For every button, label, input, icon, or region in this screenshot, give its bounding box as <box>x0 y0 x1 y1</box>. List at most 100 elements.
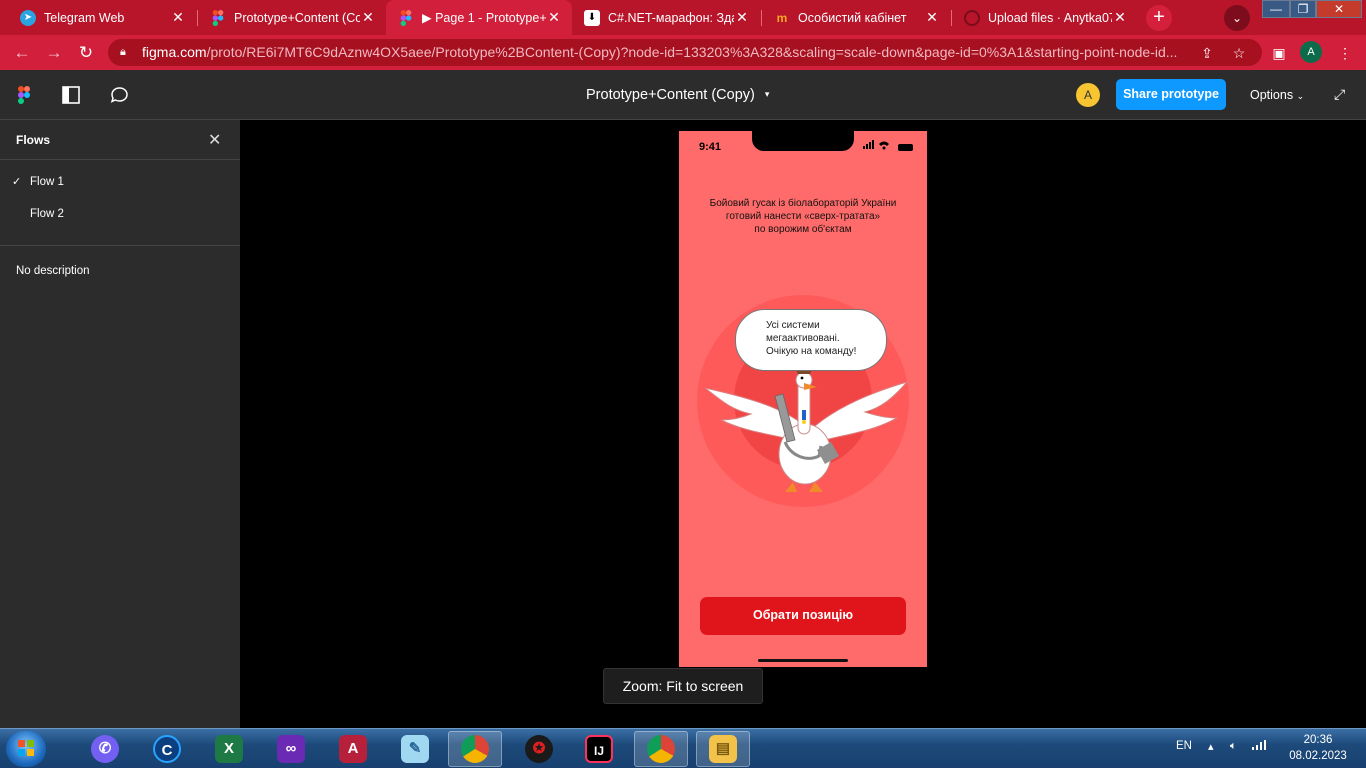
volume-icon[interactable]: 🔈︎ <box>1230 740 1237 753</box>
figma-icon <box>398 9 414 26</box>
close-icon[interactable]: ✕ <box>734 9 750 26</box>
clock-date[interactable]: 08.02.2023 <box>1282 750 1354 762</box>
network-icon[interactable] <box>1252 740 1266 753</box>
bubble-line: мегаактивовані. <box>766 333 840 344</box>
access-icon: A <box>339 735 367 763</box>
profile-avatar[interactable]: A <box>1300 41 1322 63</box>
side-panel-icon[interactable]: ▣ <box>1268 42 1290 64</box>
flows-heading: Flows <box>16 133 51 147</box>
tray-expand-icon[interactable]: ▴ <box>1208 740 1214 753</box>
audio-playing-icon: ▶ <box>422 11 436 25</box>
close-icon[interactable]: ✕ <box>546 9 562 26</box>
share-prototype-button[interactable]: Share prototype <box>1116 79 1226 110</box>
close-icon[interactable]: ✕ <box>1112 9 1128 26</box>
tab-page1-prototype[interactable]: ▶ Page 1 - Prototype+ ✕ <box>386 0 572 35</box>
headline-text: Бойовий гусак із біолабораторій України … <box>689 197 917 236</box>
new-tab-button[interactable]: + <box>1146 5 1172 31</box>
maximize-button[interactable]: ❐ <box>1290 0 1316 18</box>
tab-personal-cabinet[interactable]: m Особистий кабінет ✕ <box>762 0 950 35</box>
close-icon[interactable]: ✕ <box>208 130 221 150</box>
document-title-text: Prototype+Content (Copy) <box>586 87 755 103</box>
choose-position-button[interactable]: Обрати позицію <box>700 597 906 635</box>
notepad-icon: ✎ <box>401 735 429 763</box>
figma-logo-icon[interactable] <box>18 86 30 104</box>
download-icon: ⬇ <box>584 9 600 26</box>
excel-icon: X <box>215 735 243 763</box>
chevron-down-icon: ⌄ <box>1296 91 1305 101</box>
share-page-icon[interactable]: ⇪ <box>1196 42 1218 64</box>
explorer-icon: ▤ <box>709 735 737 763</box>
prototype-frame[interactable]: 9:41 Бойовий гусак із біолабораторій Укр… <box>679 131 927 667</box>
tab-title: C#.NET-марафон: Зда <box>608 10 734 25</box>
url-host: figma.com <box>142 44 207 60</box>
intellij-icon: IJ <box>585 735 613 763</box>
close-icon[interactable]: ✕ <box>360 9 376 26</box>
taskbar-visual-studio[interactable]: ∞ <box>264 731 318 767</box>
taskbar-viber[interactable]: ✆ <box>78 731 132 767</box>
status-time: 9:41 <box>699 141 722 153</box>
menu-dots-icon[interactable]: ⋮ <box>1334 42 1356 64</box>
headline-line: Бойовий гусак із біолабораторій України <box>709 198 897 209</box>
tab-prototype-content[interactable]: Prototype+Content (Co ✕ <box>198 0 386 35</box>
back-icon[interactable]: ← <box>10 41 34 65</box>
bookmark-star-icon[interactable]: ☆ <box>1228 42 1250 64</box>
taskbar-excel[interactable]: X <box>202 731 256 767</box>
windows-taskbar: ✆ C X ∞ A ✎ ✪ IJ ▤ EN ▴ 🔈︎ 20:36 08.02.2… <box>0 728 1366 768</box>
lock-icon: 🔒︎ <box>120 46 126 58</box>
flow-item-1[interactable]: Flow 1 <box>30 176 64 188</box>
phone-notch <box>752 131 854 151</box>
document-title[interactable]: Prototype+Content (Copy) ▾ <box>586 87 769 103</box>
tab-title: Telegram Web <box>44 10 125 25</box>
headline-line: по ворожим об'єктам <box>754 224 852 235</box>
reload-icon[interactable]: ↻ <box>74 41 98 65</box>
start-button[interactable] <box>6 731 46 767</box>
clock-time[interactable]: 20:36 <box>1290 734 1346 746</box>
m-logo-icon: m <box>776 10 788 25</box>
github-icon <box>964 9 980 26</box>
home-indicator <box>758 659 848 662</box>
taskbar-access[interactable]: A <box>326 731 380 767</box>
options-label: Options <box>1250 88 1294 102</box>
taskbar-intellij[interactable]: IJ <box>572 731 626 767</box>
user-avatar[interactable]: A <box>1076 83 1100 107</box>
tab-csharp-marathon[interactable]: ⬇ C#.NET-марафон: Зда ✕ <box>572 0 760 35</box>
browser-tab-strip: ➤ Telegram Web ✕ Prototype+Content (Co ✕… <box>0 0 1366 35</box>
tab-search-button[interactable]: ⌄ <box>1224 5 1250 31</box>
taskbar-chrome[interactable] <box>448 731 502 767</box>
browser-toolbar: ← → ↻ 🔒︎ figma.com/proto/RE6i7MT6C9dAznw… <box>0 35 1366 70</box>
viber-icon: ✆ <box>91 735 119 763</box>
tab-upload-files[interactable]: Upload files · Anytka07/ ✕ <box>952 0 1138 35</box>
close-window-button[interactable]: ✕ <box>1316 0 1362 18</box>
taskbar-game[interactable]: ✪ <box>512 731 566 767</box>
minimize-button[interactable]: — <box>1262 0 1290 18</box>
comment-icon[interactable] <box>110 86 129 109</box>
flow-description: No description <box>16 265 90 277</box>
forward-icon[interactable]: → <box>42 41 66 65</box>
tab-title: Upload files · Anytka07/ <box>988 10 1112 25</box>
ccleaner-icon: C <box>153 735 181 763</box>
taskbar-chrome-profile[interactable] <box>634 731 688 767</box>
close-icon[interactable]: ✕ <box>924 9 940 26</box>
taskbar-ccleaner[interactable]: C <box>140 731 194 767</box>
chevron-down-icon: ▾ <box>764 89 770 99</box>
close-icon[interactable]: ✕ <box>170 9 186 26</box>
signal-wifi-icon <box>863 140 893 152</box>
chrome-profile-icon <box>647 735 675 763</box>
address-bar[interactable]: 🔒︎ figma.com/proto/RE6i7MT6C9dAznw4OX5ae… <box>108 39 1262 66</box>
speech-bubble-text: Усі системи мегаактивовані. Очікую на ко… <box>766 319 856 358</box>
tab-telegram[interactable]: ➤ Telegram Web ✕ <box>8 0 196 35</box>
windows-logo-icon <box>18 740 34 756</box>
zoom-toast: Zoom: Fit to screen <box>603 668 763 704</box>
tab-title-text: Page 1 - Prototype+ <box>435 11 546 25</box>
options-menu[interactable]: Options ⌄ <box>1250 88 1304 102</box>
language-indicator[interactable]: EN <box>1176 740 1192 752</box>
taskbar-notepad[interactable]: ✎ <box>388 731 442 767</box>
url-path: /proto/RE6i7MT6C9dAznw4OX5aee/Prototype%… <box>206 44 1178 60</box>
fullscreen-icon[interactable]: ⤢ <box>1334 86 1345 103</box>
taskbar-explorer[interactable]: ▤ <box>696 731 750 767</box>
flow-item-2[interactable]: Flow 2 <box>30 208 64 220</box>
bubble-line: Очікую на команду! <box>766 346 857 357</box>
tab-title: Особистий кабінет <box>798 10 907 25</box>
goose-illustration <box>704 366 909 492</box>
sidebar-toggle-icon[interactable] <box>62 86 80 109</box>
